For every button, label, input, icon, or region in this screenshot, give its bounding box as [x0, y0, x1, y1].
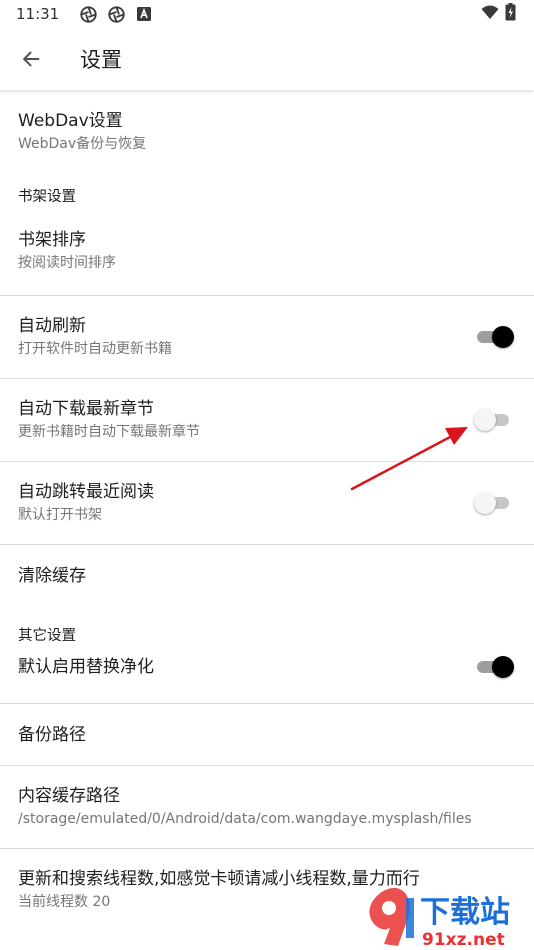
status-time: 11:31 — [16, 5, 60, 23]
pref-shelf-sort[interactable]: 书架排序 按阅读时间排序 — [0, 206, 534, 295]
status-bar: 11:31 — [0, 0, 534, 28]
pref-title: 清除缓存 — [18, 566, 86, 586]
battery-icon — [505, 3, 516, 25]
pref-title: 自动跳转最近阅读 — [18, 482, 154, 502]
wifi-icon — [481, 5, 499, 24]
settings-screen: 11:31 设置 WebDav设置 WebDav备份与恢复 书架设置 书架排序 … — [0, 0, 534, 950]
status-right-icons — [481, 3, 516, 25]
pref-summary: 默认打开书架 — [18, 507, 102, 523]
switch-thumb — [492, 655, 514, 678]
arrow-left-icon — [23, 51, 40, 67]
pref-summary: 更新书籍时自动下载最新章节 — [18, 424, 200, 440]
settings-list: WebDav设置 WebDav备份与恢复 书架设置 书架排序 按阅读时间排序 自… — [0, 90, 534, 931]
pref-title: 内容缓存路径 — [18, 786, 120, 806]
aperture-icon — [107, 5, 125, 23]
pref-title: WebDav设置 — [18, 111, 123, 131]
pref-auto-jump[interactable]: 自动跳转最近阅读 默认打开书架 — [0, 462, 534, 544]
aperture-icon — [79, 5, 97, 23]
app-bar: 设置 — [0, 28, 534, 90]
pref-auto-download[interactable]: 自动下载最新章节 更新书籍时自动下载最新章节 — [0, 379, 534, 461]
auto-jump-switch[interactable] — [474, 491, 514, 515]
pref-backup-path[interactable]: 备份路径 — [0, 704, 534, 765]
pref-auto-refresh[interactable]: 自动刷新 打开软件时自动更新书籍 — [0, 296, 534, 378]
watermark-site: 91xz.net — [422, 930, 505, 950]
pref-summary: WebDav备份与恢复 — [18, 136, 147, 152]
pref-title: 自动下载最新章节 — [18, 399, 154, 419]
pref-title: 自动刷新 — [18, 316, 86, 336]
auto-refresh-switch[interactable] — [474, 325, 514, 349]
page-title: 设置 — [80, 48, 122, 72]
back-button[interactable] — [14, 42, 48, 76]
replace-clean-switch[interactable] — [474, 655, 514, 679]
pref-title: 默认启用替换净化 — [18, 656, 154, 677]
pref-summary: 打开软件时自动更新书籍 — [18, 341, 172, 357]
pref-summary: /storage/emulated/0/Android/data/com.wan… — [18, 811, 472, 827]
pref-summary: 按阅读时间排序 — [18, 254, 116, 271]
pref-title: 书架排序 — [18, 229, 86, 250]
watermark-brand: 下载站 — [420, 895, 510, 930]
watermark-logo: 下载站 91xz.net — [369, 887, 510, 950]
category-other: 其它设置 — [18, 628, 76, 644]
switch-thumb — [492, 326, 514, 348]
category-shelf: 书架设置 — [18, 189, 76, 205]
pref-webdav[interactable]: WebDav设置 WebDav备份与恢复 — [0, 90, 534, 174]
pref-content-cache-path[interactable]: 内容缓存路径 /storage/emulated/0/Android/data/… — [0, 766, 534, 848]
pref-replace-clean[interactable]: 默认启用替换净化 — [0, 645, 534, 688]
a-notification-icon — [135, 5, 153, 23]
pref-clear-cache[interactable]: 清除缓存 — [0, 545, 534, 607]
switch-thumb — [474, 409, 496, 431]
switch-thumb — [474, 492, 496, 514]
auto-download-switch[interactable] — [474, 408, 514, 432]
pref-title: 备份路径 — [18, 724, 86, 745]
